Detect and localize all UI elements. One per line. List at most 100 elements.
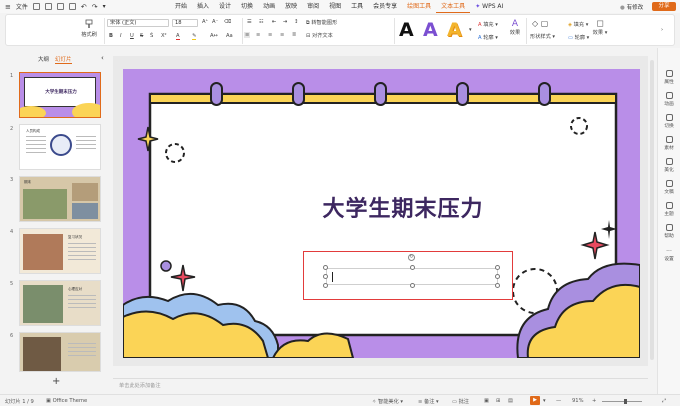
char-spacing-button[interactable]: A↔ [210,33,218,39]
tab-text-tools[interactable]: 文本工具 [436,0,471,13]
tab-view[interactable]: 视图 [324,0,346,13]
align-center-icon[interactable]: ≡ [256,32,260,38]
text-align-button[interactable]: ⊟ 对齐文本 [306,32,333,39]
tab-animation[interactable]: 动画 [258,0,280,13]
text-effect-button[interactable]: A 效果 [508,19,522,36]
line-spacing-icon[interactable]: ↕ [294,19,298,25]
tab-drawing-tools[interactable]: 绘图工具 [402,0,436,13]
indent-icon[interactable]: ⇤ [272,19,276,25]
zoom-slider[interactable] [602,399,642,404]
ribbon-more-icon[interactable]: › [661,27,663,33]
tab-insert[interactable]: 插入 [192,0,214,13]
normal-view-icon[interactable]: ▣ [484,398,489,404]
sidebar-transition[interactable]: 切换 [658,114,680,129]
save-icon[interactable] [32,3,40,10]
font-name-select[interactable]: 宋体 (正文) [107,19,169,27]
slide-thumbnail-4[interactable]: 复习状况 [19,228,101,274]
sidebar-theme[interactable]: 主题 [658,202,680,217]
strikethrough-button[interactable]: S [140,33,143,39]
italic-button[interactable]: I [120,33,122,39]
align-right-icon[interactable]: ≡ [268,32,272,38]
shape-gallery-icon[interactable]: ◇ ▢ [532,19,548,28]
preview-icon[interactable] [68,3,76,10]
distribute-icon[interactable]: ≣ [292,32,296,38]
outdent-icon[interactable]: ⇥ [283,19,287,25]
wordart-style-black[interactable]: A [399,20,414,40]
decrease-font-icon[interactable]: A⁻ [212,19,218,25]
sidebar-beautify[interactable]: 美化 [658,158,680,173]
resize-handle[interactable] [410,265,415,270]
collapse-panel-icon[interactable]: ‹ [101,54,104,62]
shape-fill-button[interactable]: ◈ 填充 ▾ [568,21,588,28]
increase-font-icon[interactable]: A⁺ [202,19,208,25]
slide-thumbnail-2[interactable]: 人员构成 [19,124,101,170]
change-case-button[interactable]: Aa [226,33,233,39]
zoom-out-icon[interactable]: — [556,398,561,404]
play-button[interactable]: ▶ [530,396,540,405]
add-slide-button[interactable]: + [52,376,60,387]
zoom-slider-thumb[interactable] [624,399,627,404]
play-options-icon[interactable]: ▾ [543,398,546,404]
wordart-style-purple[interactable]: A [423,20,438,40]
sidebar-properties[interactable]: 属性 [658,70,680,85]
tab-review[interactable]: 审阅 [302,0,324,13]
text-outline-button[interactable]: A 轮廓 ▾ [478,34,498,41]
tab-slideshow[interactable]: 放映 [280,0,302,13]
font-color-button[interactable]: A [176,33,180,40]
tab-design[interactable]: 设计 [214,0,236,13]
user-status[interactable]: ● 有修改 [620,3,643,11]
slide-thumbnail-1[interactable]: 大学生期末压力 [19,72,101,118]
app-menu-icon[interactable]: ≡ [5,3,11,11]
wordart-more-icon[interactable]: ▾ [469,27,472,33]
tab-member[interactable]: 会员专享 [368,0,402,13]
resize-handle[interactable] [323,283,328,288]
sidebar-material[interactable]: 素材 [658,136,680,151]
tab-home[interactable]: 开始 [170,0,192,13]
sidebar-animation[interactable]: 动画 [658,92,680,107]
sidebar-settings[interactable]: ··· 设置 [658,248,680,262]
sidebar-help[interactable]: 帮助 [658,224,680,239]
undo-icon[interactable]: ↶ [81,3,87,11]
rotate-handle-icon[interactable]: ↻ [408,254,415,261]
file-menu[interactable]: 文件 [16,2,28,11]
resize-handle[interactable] [495,265,500,270]
slide-thumbnail-3[interactable]: 期末 [19,176,101,222]
tab-tools[interactable]: 工具 [346,0,368,13]
superscript-button[interactable]: X² [161,33,167,39]
justify-icon[interactable]: ≡ [280,32,284,38]
bullet-list-icon[interactable]: ☰ [247,19,252,25]
zoom-level[interactable]: 91% [572,398,584,404]
smart-beautify-button[interactable]: ✧ 智能美化 ▾ [372,398,403,405]
shadow-button[interactable]: Ś [150,33,153,39]
resize-handle[interactable] [495,283,500,288]
underline-button[interactable]: U [130,33,134,39]
zoom-in-icon[interactable]: + [592,398,596,404]
resize-handle[interactable] [323,265,328,270]
format-painter-button[interactable]: 格式刷 [78,19,100,38]
slide-thumbnail-5[interactable]: 心理应对 [19,280,101,326]
fit-window-icon[interactable]: ⤢ [662,398,666,405]
theme-name[interactable]: ▣ Office Theme [46,398,87,404]
reading-view-icon[interactable]: ▤ [508,398,513,404]
tab-outline[interactable]: 大纲 [38,55,49,63]
redo-icon[interactable]: ↷ [92,3,98,11]
shape-style-button[interactable]: 形状样式 ▾ [530,33,555,40]
print-icon[interactable] [56,3,64,10]
bold-button[interactable]: B [109,33,113,39]
tab-transition[interactable]: 切换 [236,0,258,13]
tab-slides[interactable]: 幻灯片 [55,55,72,64]
number-list-icon[interactable]: ☷ [259,19,264,25]
wps-ai-button[interactable]: ✦ WPS AI [470,0,508,13]
slide-title[interactable]: 大学生期末压力 [253,191,553,223]
shape-outline-button[interactable]: ▭ 轮廓 ▾ [568,34,589,41]
slide-thumbnail-6[interactable] [19,332,101,372]
resize-handle[interactable] [323,274,328,279]
highlight-button[interactable]: ✎ [192,33,197,40]
notes-button[interactable]: ≡ 备注 ▾ [418,398,439,405]
notes-area[interactable]: 单击此处添加备注 [113,378,648,392]
resize-handle[interactable] [495,274,500,279]
clear-format-icon[interactable]: ⌫ [224,19,231,25]
share-button[interactable]: 分享 [652,2,676,11]
sorter-view-icon[interactable]: ⊞ [496,398,500,404]
resize-handle[interactable] [410,283,415,288]
